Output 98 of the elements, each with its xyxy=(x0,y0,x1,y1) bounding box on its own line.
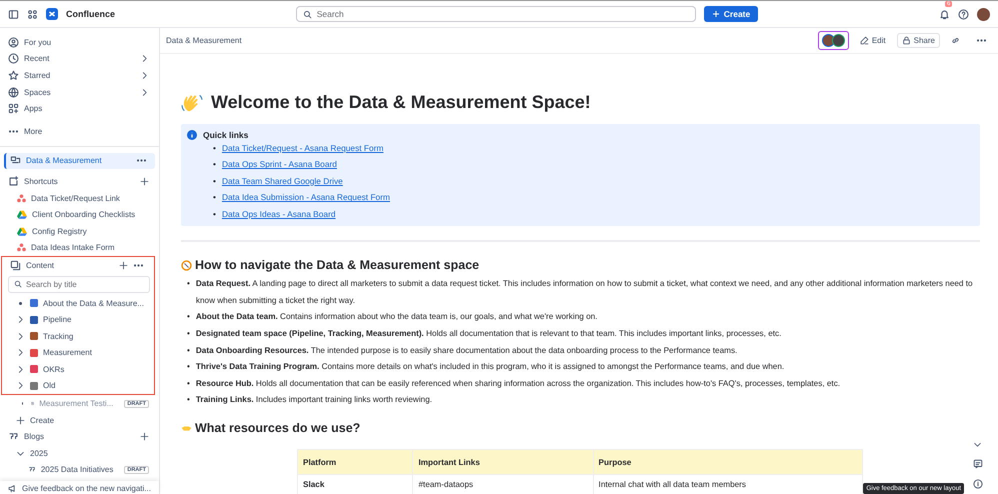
page-tree-item[interactable]: Pipeline xyxy=(2,311,154,328)
page-tree-item[interactable]: Measurement xyxy=(2,344,154,362)
list-item: About the Data team. Contains information about who the data team is, our goals, and what we're working on. xyxy=(196,311,598,324)
search-field[interactable]: Search by title xyxy=(8,276,150,293)
share-button[interactable]: Share xyxy=(896,32,940,48)
nav-item[interactable]: Spaces xyxy=(0,84,159,100)
plus-icon xyxy=(140,432,149,442)
quick-link[interactable]: Data Ops Ideas - Asana Board xyxy=(222,206,336,222)
comment-icon xyxy=(972,459,982,469)
list-item: Data Onboarding Resources. The intended purpose is to easily share documentation about the data onboarding process to the Performance teams. xyxy=(196,344,738,357)
quote-icon xyxy=(28,465,36,474)
bullet: • xyxy=(213,191,216,204)
app-switcher-icon xyxy=(27,8,38,20)
apps-icon xyxy=(8,103,19,114)
column-header: Purpose xyxy=(593,450,862,474)
more-item[interactable]: More xyxy=(0,122,159,140)
bullet: • xyxy=(187,311,190,324)
triangle-icon xyxy=(17,210,27,220)
bullet: • xyxy=(187,361,190,374)
sidebar-toggle-icon xyxy=(8,8,19,20)
clock-icon xyxy=(8,53,19,64)
chevron-down-icon xyxy=(973,440,982,449)
shortcut-icon xyxy=(8,176,19,187)
quick-link[interactable]: Data Ops Sprint - Asana Board xyxy=(222,156,337,173)
star-icon xyxy=(8,70,19,81)
avatar[interactable] xyxy=(976,8,990,20)
create-item[interactable]: Create xyxy=(0,412,159,428)
section-title: Blogs xyxy=(24,432,44,442)
edit-button[interactable]: Edit xyxy=(854,32,891,48)
shortcut-item[interactable]: Config Registry xyxy=(0,222,159,240)
table-cell: Slack xyxy=(298,474,413,494)
pages-icon xyxy=(10,260,21,271)
bullet: • xyxy=(213,208,216,221)
page-tree-item[interactable]: Tracking xyxy=(2,328,154,344)
bullet: • xyxy=(187,344,190,357)
pencil-icon xyxy=(860,36,869,45)
section-title: Shortcuts xyxy=(24,176,58,186)
app-name: Confluence xyxy=(66,9,116,19)
quick-link[interactable]: Data Ticket/Request - Asana Request Form xyxy=(222,140,384,156)
nav-item[interactable]: Starred xyxy=(0,67,159,84)
blog-item[interactable]: 2025 Data Initiatives xyxy=(40,465,114,474)
bullet: • xyxy=(213,142,216,155)
list-item: Resource Hub. Holds all documentation that can be easily referenced when sharing information across the organization. This includes how-to's FAQ's, processes, templates, etc. xyxy=(196,378,840,390)
plus-icon xyxy=(119,260,128,270)
list-item: Data Request. A landing page to direct all marketers to submit a data request ticket. This includes information on how to submit a ticket, what context we need, and any other additional information marketers need to know when submitting a ticket the right way. xyxy=(196,278,974,307)
section-heading: What resources do we use? xyxy=(195,421,360,435)
three-dots-icon xyxy=(17,194,26,203)
list-item: Thrive's Data Training Program. Contains more details on what's included in this program, who it is assigned to amongst the Performance teams, and due when. xyxy=(196,361,784,374)
plus-icon xyxy=(712,10,720,18)
bullet-icon xyxy=(19,302,22,305)
shortcut-item[interactable]: Client Onboarding Checklists xyxy=(0,206,159,223)
globe-icon xyxy=(8,86,19,98)
quick-link[interactable]: Data Team Shared Google Drive xyxy=(222,172,343,190)
bullet: • xyxy=(187,394,190,406)
help-icon xyxy=(958,8,969,20)
shortcut-item[interactable]: Data Ticket/Request Link xyxy=(0,190,159,206)
page-title: Welcome to the Data & Measurement Space! xyxy=(211,92,591,114)
page-tree-item[interactable]: OKRs xyxy=(2,361,154,378)
info-icon xyxy=(187,130,197,140)
lock-icon xyxy=(902,36,911,45)
nav-item[interactable]: For you xyxy=(0,34,159,51)
page-tree-item[interactable]: About the Data & Measure... xyxy=(2,294,154,312)
section-heading: How to navigate the Data & Measurement space xyxy=(195,258,480,272)
person-icon xyxy=(8,36,19,48)
info-icon xyxy=(972,479,982,489)
shortcut-item[interactable]: Data Ideas Intake Form xyxy=(0,240,159,256)
search-icon xyxy=(302,10,312,18)
space-item[interactable]: Data & Measurement xyxy=(4,152,155,170)
nav-item[interactable]: Recent xyxy=(0,50,159,68)
plus-icon xyxy=(16,416,25,425)
megaphone-icon xyxy=(8,484,17,492)
bullet: • xyxy=(213,174,216,188)
three-dots-icon xyxy=(17,243,26,252)
create-button[interactable]: Create xyxy=(704,6,758,22)
nav-item[interactable]: Apps xyxy=(0,100,159,117)
quick-link[interactable]: Data Idea Submission - Asana Request Form xyxy=(222,189,390,206)
link-icon xyxy=(951,36,960,45)
bullet: • xyxy=(187,328,190,340)
bell-icon xyxy=(938,8,950,20)
logo-icon[interactable] xyxy=(46,8,58,20)
section-title: Content xyxy=(26,260,54,270)
bullet: • xyxy=(187,278,190,290)
feedback-link[interactable]: Give feedback on the new navigati... xyxy=(22,484,151,492)
column-header: Platform xyxy=(298,450,413,474)
bullet: • xyxy=(213,158,216,172)
plus-icon xyxy=(140,176,149,186)
page-tree-item[interactable]: Old xyxy=(2,378,154,394)
search-icon xyxy=(14,280,22,288)
year-item[interactable]: 2025 xyxy=(0,445,159,462)
list-item: Designated team space (Pipeline, Tracking, Measurement). Holds all documentation that is relevant to that team. This includes important links, processes, etc. xyxy=(196,328,782,340)
panel-title: Quick links xyxy=(203,130,248,140)
bullet: • xyxy=(187,378,190,390)
triangle-icon xyxy=(17,226,27,236)
collaborator-avatars[interactable] xyxy=(818,30,849,50)
search-field[interactable]: Search xyxy=(296,6,696,22)
list-item: Training Links. Includes important training links worth reviewing. xyxy=(196,394,432,406)
breadcrumb[interactable]: Data & Measurement xyxy=(166,36,242,45)
column-header: Important Links xyxy=(412,450,594,474)
